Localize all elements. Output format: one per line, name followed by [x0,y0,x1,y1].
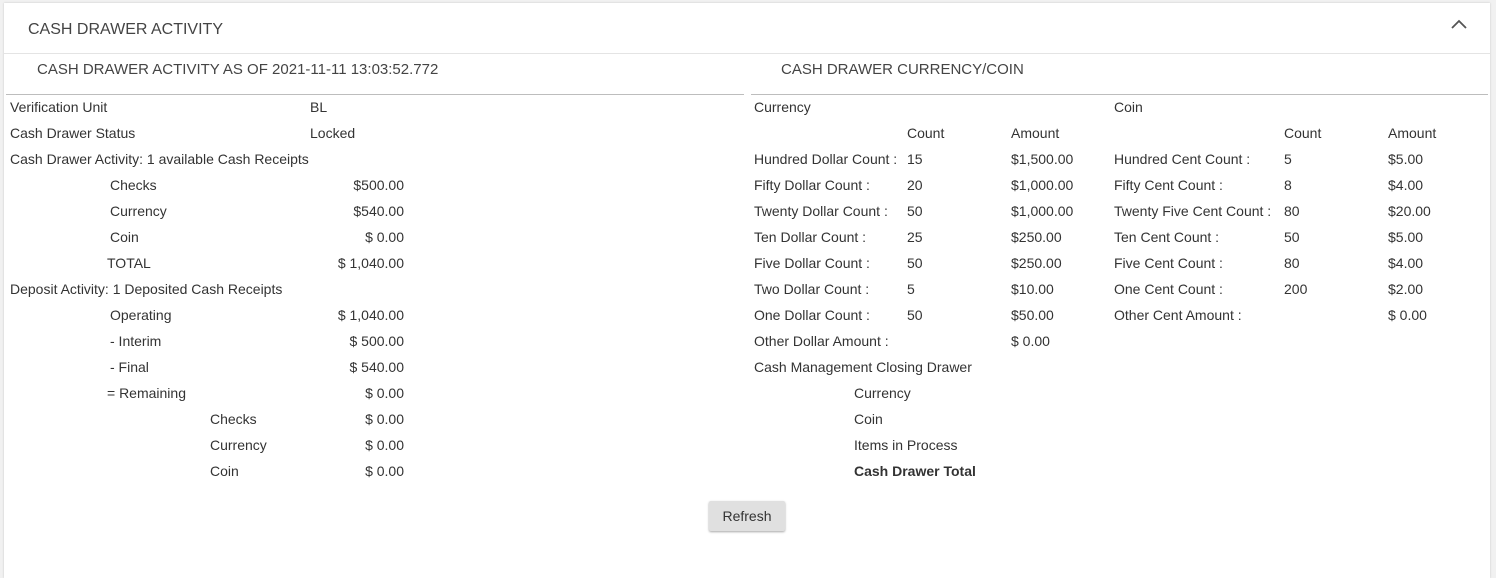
currency-row-label: Other Dollar Amount : [754,333,889,349]
receipt-label: Currency [110,203,167,219]
coin-count-header: Count [1284,125,1322,141]
currency-row-count: 5 [907,281,915,297]
coin-row-amount: $4.00 [1388,177,1424,193]
closing-item: Coin [854,411,883,427]
drawer-status-label: Cash Drawer Status [10,125,136,141]
coin-row-count: 80 [1284,203,1300,219]
currency-row-count: 25 [907,229,923,245]
currency-row-label: One Dollar Count : [754,307,870,323]
currency-row-label: Twenty Dollar Count : [754,203,888,219]
receipts-heading: Cash Drawer Activity: 1 available Cash R… [10,151,309,167]
currency-count-header: Count [907,125,945,141]
panel-title: CASH DRAWER ACTIVITY [28,21,223,38]
coin-row-amount: $20.00 [1388,203,1431,219]
coin-row-label: Twenty Five Cent Count : [1114,203,1272,219]
verification-unit-label: Verification Unit [10,99,108,115]
closing-item: Items in Process [854,437,958,453]
coin-row-amount: $5.00 [1388,151,1424,167]
currency-row-amount: $250.00 [1011,229,1062,245]
closing-drawer-heading: Cash Management Closing Drawer [754,359,972,375]
coin-row-label: One Cent Count : [1114,281,1223,297]
activity-section-title: CASH DRAWER ACTIVITY AS OF 2021-11-11 13… [37,61,439,78]
deposit-value: $ 500.00 [349,333,405,349]
currency-row-amount: $10.00 [1011,281,1054,297]
drawer-status-value: Locked [310,125,356,141]
coin-row-label: Ten Cent Count : [1114,229,1220,245]
currency-amount-header: Amount [1011,125,1060,141]
currency-row-label: Ten Dollar Count : [754,229,867,245]
receipt-total-label: TOTAL [107,255,151,271]
remaining-value: $ 0.00 [365,437,404,453]
currency-row-count: 15 [907,151,923,167]
receipt-value: $ 0.00 [365,229,404,245]
deposit-label: Operating [110,307,172,323]
currency-heading: Currency [754,99,811,115]
deposit-value: $ 1,040.00 [337,307,404,323]
currency-row-amount: $1,000.00 [1011,177,1074,193]
deposit-label: - Final [110,359,149,375]
coin-row-amount: $ 0.00 [1388,307,1427,323]
coin-row-count: 5 [1284,151,1292,167]
currency-row-count: 50 [907,307,923,323]
currency-coin-divider [751,94,1488,95]
coin-row-label: Hundred Cent Count : [1114,151,1251,167]
coin-row-amount: $4.00 [1388,255,1424,271]
coin-row-count: 8 [1284,177,1292,193]
currency-row-amount: $1,500.00 [1011,151,1074,167]
verification-unit-value: BL [310,99,328,115]
remaining-label: Checks [210,411,257,427]
coin-row-count: 200 [1284,281,1308,297]
currency-row-amount: $250.00 [1011,255,1062,271]
currency-row-label: Hundred Dollar Count : [754,151,898,167]
activity-divider [6,94,744,95]
receipt-value: $540.00 [353,203,404,219]
coin-row-amount: $5.00 [1388,229,1424,245]
coin-row-amount: $2.00 [1388,281,1424,297]
header-divider [4,53,1490,54]
receipt-label: Checks [110,177,157,193]
receipt-total-value: $ 1,040.00 [337,255,404,271]
currency-row-label: Five Dollar Count : [754,255,870,271]
coin-heading: Coin [1114,99,1143,115]
remaining-value: $ 0.00 [365,411,404,427]
coin-row-count: 80 [1284,255,1300,271]
cash-drawer-total-label: Cash Drawer Total [854,463,976,479]
currency-row-amount: $ 0.00 [1011,333,1050,349]
currency-row-amount: $50.00 [1011,307,1054,323]
remaining-label: Coin [210,463,239,479]
coin-row-label: Five Cent Count : [1114,255,1223,271]
deposit-label: = Remaining [107,385,186,401]
currency-coin-section-title: CASH DRAWER CURRENCY/COIN [781,61,1024,78]
deposit-value: $ 0.00 [365,385,404,401]
currency-row-label: Fifty Dollar Count : [754,177,870,193]
currency-row-count: 50 [907,203,923,219]
currency-row-count: 20 [907,177,923,193]
receipt-label: Coin [110,229,139,245]
deposit-label: - Interim [110,333,162,349]
remaining-value: $ 0.00 [365,463,404,479]
currency-row-count: 50 [907,255,923,271]
deposit-value: $ 540.00 [349,359,405,375]
deposit-heading: Deposit Activity: 1 Deposited Cash Recei… [10,281,283,297]
coin-row-label: Fifty Cent Count : [1114,177,1223,193]
coin-row-count: 50 [1284,229,1300,245]
currency-row-amount: $1,000.00 [1011,203,1074,219]
closing-item: Currency [854,385,911,401]
coin-amount-header: Amount [1388,125,1437,141]
chevron-up-icon[interactable] [1450,17,1468,31]
currency-row-label: Two Dollar Count : [754,281,870,297]
cash-drawer-panel: CASH DRAWER ACTIVITY CASH DRAWER ACTIVIT… [4,3,1490,578]
receipt-value: $500.00 [353,177,404,193]
refresh-button[interactable]: Refresh [709,501,785,531]
coin-row-label: Other Cent Amount : [1114,307,1242,323]
